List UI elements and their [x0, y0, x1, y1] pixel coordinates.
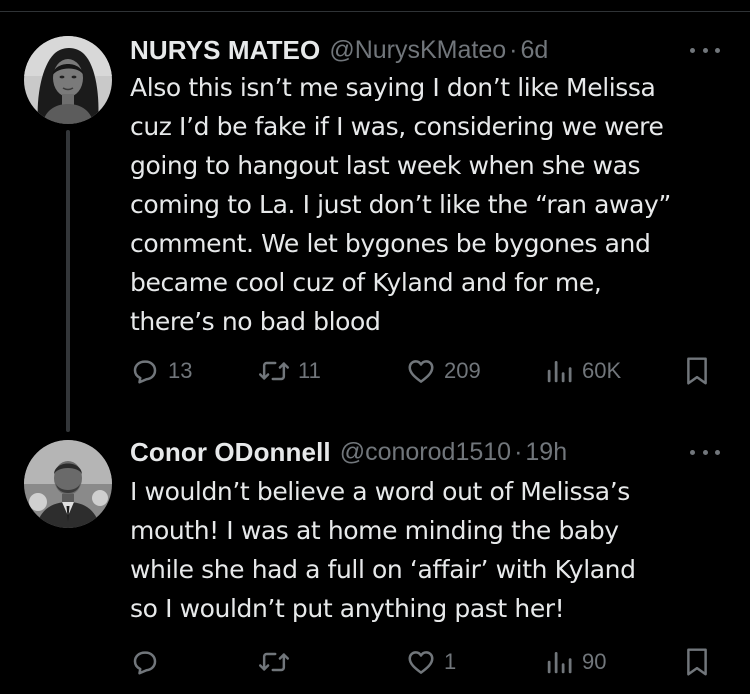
tweet-conor[interactable]: Conor ODonnell @conorod1510 · 19h I woul… [0, 432, 750, 694]
repost-button[interactable]: 11 [258, 351, 321, 391]
repost-icon [258, 361, 290, 381]
like-icon [408, 651, 434, 674]
repost-icon [258, 652, 290, 672]
tweet-text-line: comment. We let bygones be bygones and [130, 229, 651, 258]
tweet-text-line: going to hangout last week when she was [130, 151, 641, 180]
display-name[interactable]: Conor ODonnell [130, 437, 331, 468]
separator-dot: · [514, 437, 523, 466]
tweet-text: I wouldn’t believe a word out of Melissa… [130, 472, 726, 628]
reply-button[interactable] [130, 642, 168, 682]
tweet-text-line: there’s no bad blood [130, 307, 381, 336]
avatar[interactable] [24, 36, 112, 124]
tweet-header: Conor ODonnell @conorod1510 · 19h [130, 434, 726, 470]
bookmark-icon [687, 648, 707, 676]
like-button[interactable]: 1 [406, 642, 456, 682]
views-button[interactable]: 60K [544, 351, 621, 391]
tweet-text-line: cuz I’d be fake if I was, considering we… [130, 112, 664, 141]
views-count: 60K [582, 358, 622, 383]
tweet-header: NURYS MATEO @NurysKMateo · 6d [130, 32, 726, 68]
reply-icon [133, 360, 157, 384]
like-count: 209 [444, 358, 481, 383]
views-count: 90 [582, 649, 607, 674]
tweet-text-line: so I wouldn’t put anything past her! [130, 594, 565, 623]
timestamp[interactable]: 19h [525, 438, 567, 467]
views-button[interactable]: 90 [544, 642, 606, 682]
bookmark-button[interactable] [682, 642, 712, 682]
bookmark-icon [687, 357, 707, 385]
user-handle[interactable]: @NurysKMateo [329, 36, 506, 65]
display-name[interactable]: NURYS MATEO [130, 35, 320, 66]
like-button[interactable]: 209 [406, 351, 481, 391]
like-icon [408, 360, 434, 383]
more-icon[interactable] [690, 442, 720, 462]
tweet-text-line: coming to La. I just don’t like the “ran… [130, 190, 671, 219]
tweet-text-line: became cool cuz of Kyland and for me, [130, 268, 602, 297]
repost-button[interactable] [258, 642, 298, 682]
separator-dot: · [509, 35, 518, 64]
reply-button[interactable]: 13 [130, 351, 192, 391]
like-count: 1 [444, 649, 457, 674]
reply-icon [133, 651, 157, 675]
thread-line [66, 130, 70, 432]
user-handle[interactable]: @conorod1510 [340, 438, 511, 467]
repost-count: 11 [298, 358, 321, 383]
reply-count: 13 [168, 358, 193, 383]
tweet-text-line: while she had a full on ‘affair’ with Ky… [130, 555, 636, 584]
views-icon [547, 652, 572, 674]
tweet-text-line: Also this isn’t me saying I don’t like M… [130, 73, 656, 102]
bookmark-button[interactable] [682, 351, 712, 391]
tweet-text-line: mouth! I was at home minding the baby [130, 516, 619, 545]
views-icon [547, 361, 572, 383]
action-bar: 13 11 209 60K [130, 351, 720, 391]
tweet-text: Also this isn’t me saying I don’t like M… [130, 68, 726, 341]
timestamp[interactable]: 6d [520, 36, 548, 65]
tweet-text-line: I wouldn’t believe a word out of Melissa… [130, 477, 630, 506]
avatar[interactable] [24, 440, 112, 528]
tweet-nurys[interactable]: NURYS MATEO @NurysKMateo · 6d Also this … [0, 12, 750, 432]
action-bar: 1 90 [130, 642, 720, 682]
more-icon[interactable] [690, 40, 720, 60]
